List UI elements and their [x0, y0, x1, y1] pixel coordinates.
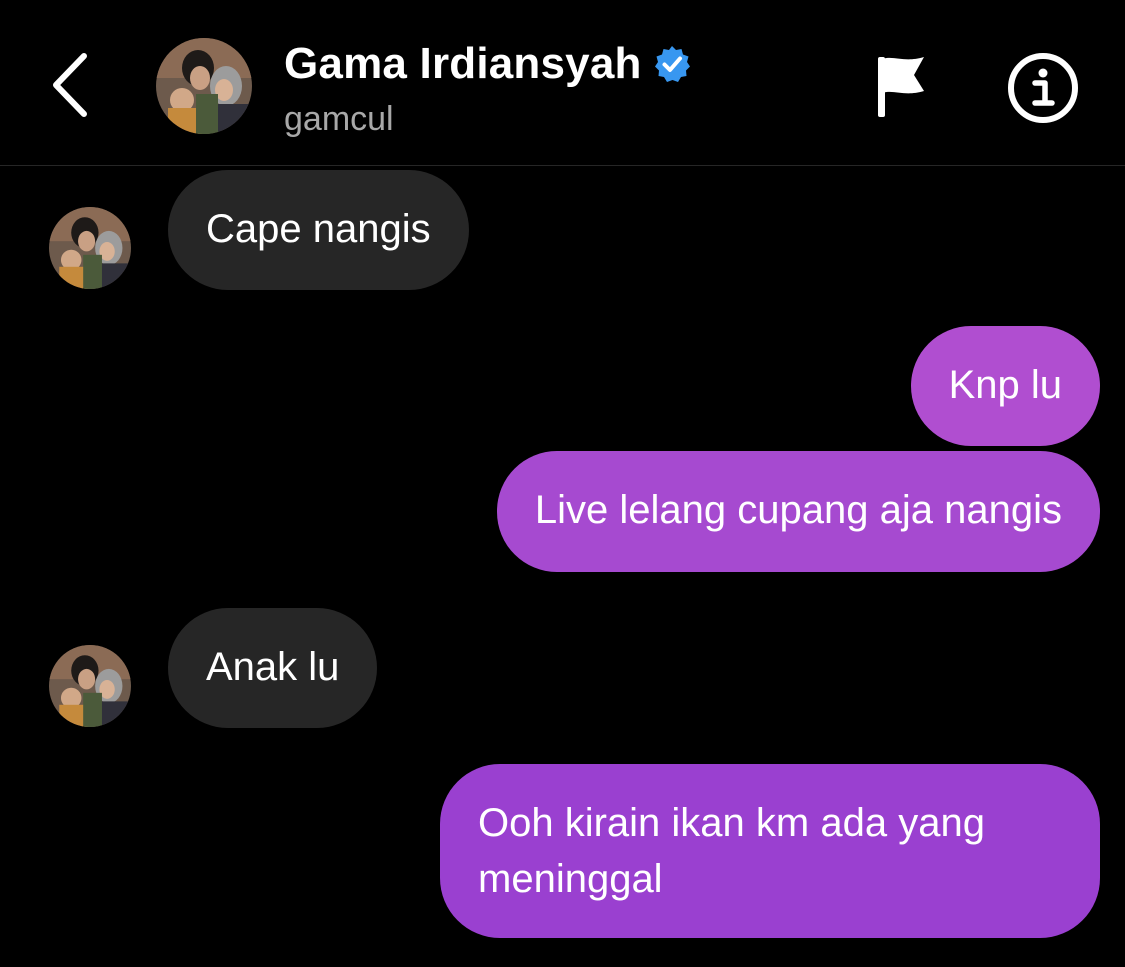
info-button[interactable] — [1000, 48, 1086, 128]
message-bubble-incoming[interactable]: Cape nangis — [168, 170, 469, 290]
chat-header: Gama Irdiansyah gamcul — [0, 0, 1125, 166]
sender-avatar[interactable] — [49, 207, 131, 289]
back-button[interactable] — [40, 50, 100, 120]
message-bubble-outgoing[interactable]: Ooh kirain ikan km ada yang meninggal — [440, 764, 1100, 938]
verified-badge-icon — [652, 44, 692, 84]
message-bubble-incoming[interactable]: Anak lu — [168, 608, 378, 728]
contact-name: Gama Irdiansyah — [284, 39, 642, 88]
sender-photo — [49, 207, 131, 289]
profile-avatar[interactable] — [156, 38, 252, 134]
sender-photo — [49, 645, 131, 727]
profile-photo — [156, 38, 252, 134]
info-icon — [1008, 53, 1078, 123]
title-row[interactable]: Gama Irdiansyah — [284, 36, 692, 92]
username: gamcul — [284, 100, 394, 138]
report-button[interactable] — [862, 46, 938, 126]
message-bubble-outgoing[interactable]: Live lelang cupang aja nangis — [496, 451, 1100, 572]
flag-icon — [878, 57, 924, 117]
sender-avatar[interactable] — [49, 645, 131, 727]
chevron-left-icon — [53, 53, 87, 117]
message-bubble-outgoing[interactable]: Knp lu — [910, 326, 1100, 446]
